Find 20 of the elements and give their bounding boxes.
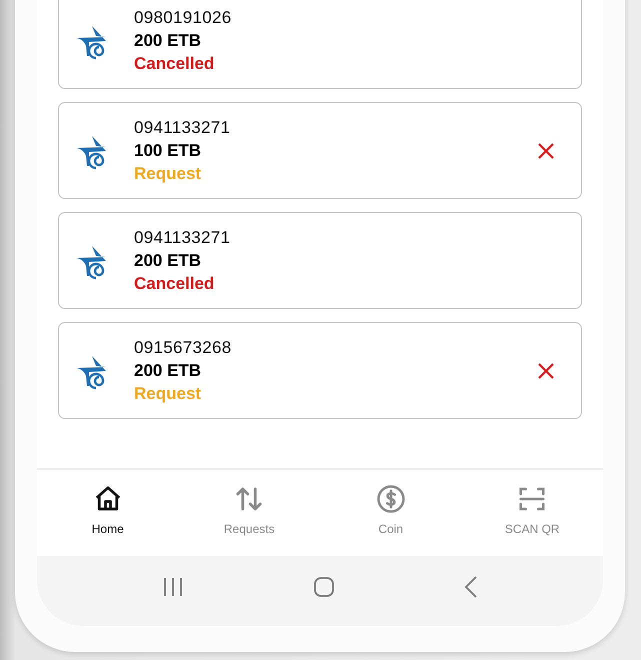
amount: 100 ETB (134, 140, 202, 162)
back-icon[interactable] (464, 576, 478, 598)
status-label: Cancelled (134, 273, 216, 295)
amount: 200 ETB (134, 30, 202, 52)
transaction-card[interactable]: 0980191026 200 ETB Cancelled (58, 0, 582, 89)
status-label: Request (134, 163, 202, 185)
phone-number: 0941133271 (134, 117, 232, 139)
amount: 200 ETB (134, 360, 202, 382)
nav-tab[interactable]: Home (37, 470, 178, 556)
transaction-card[interactable]: 0941133271 100 ETB Request (58, 102, 582, 199)
phone-number: 0941133271 (134, 227, 232, 249)
recents-icon[interactable] (162, 577, 184, 597)
dollar-coin-icon (376, 484, 406, 514)
phone-number: 0915673268 (134, 337, 233, 359)
status-label: Cancelled (134, 53, 216, 75)
transaction-card[interactable]: 0941133271 200 ETB Cancelled (58, 212, 582, 309)
transaction-card[interactable]: 0915673268 200 ETB Request (58, 322, 582, 419)
amount: 200 ETB (134, 250, 202, 272)
status-label: Request (134, 383, 202, 405)
phone-number: 0980191026 (134, 7, 233, 29)
